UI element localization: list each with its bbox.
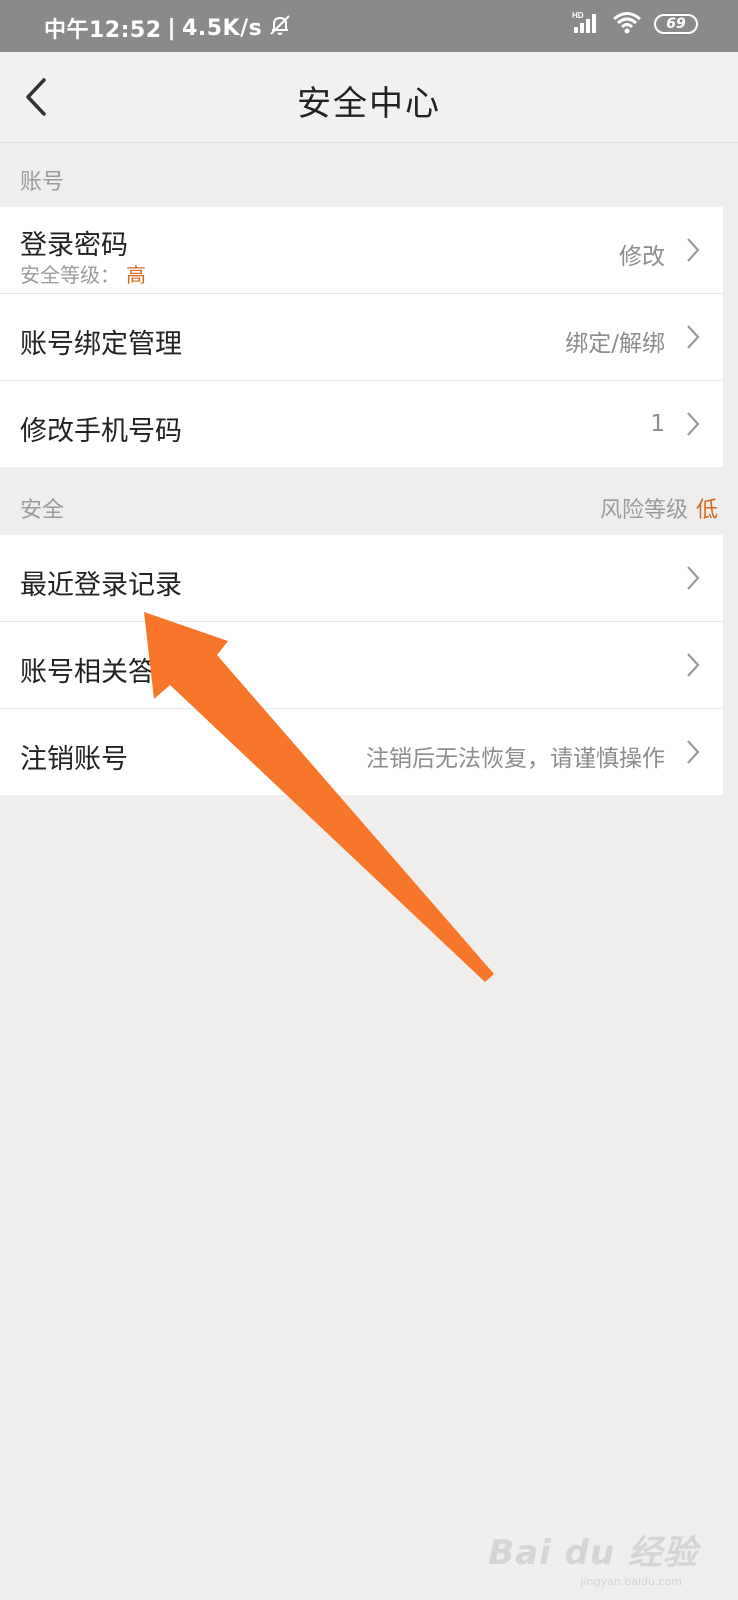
section-label-security: 安全 (20, 498, 65, 523)
chevron-right-icon (687, 412, 700, 436)
change-phone-title: 修改手机号码 (20, 416, 182, 447)
account-group: 登录密码 安全等级：高 修改 账号绑定管理 绑定/解绑 修改手机号码 1 (0, 207, 723, 467)
security-level: 安全等级：高 (20, 259, 146, 288)
risk-level-value: 低 (695, 498, 718, 523)
account-binding-action: 绑定/解绑 (565, 331, 665, 357)
login-password-action: 修改 (619, 244, 665, 270)
account-questions-row[interactable]: 账号相关答 (0, 622, 723, 709)
baidu-watermark-logo: Bai du 经验 (488, 1533, 698, 1573)
nav-bar: 安全中心 (0, 52, 738, 143)
signal-icon: HD (572, 10, 600, 38)
chevron-right-icon (687, 566, 700, 590)
phone-number-masked: 1 (650, 411, 665, 437)
cancel-account-warning: 注销后无法恢复，请谨慎操作 (366, 746, 665, 772)
section-header-security: 安全 风险等级低 (0, 470, 738, 534)
change-phone-row[interactable]: 修改手机号码 1 (0, 381, 723, 467)
cancel-account-row[interactable]: 注销账号 注销后无法恢复，请谨慎操作 (0, 709, 723, 795)
security-group: 最近登录记录 账号相关答 注销账号 注销后无法恢复，请谨慎操作 (0, 535, 723, 795)
page-title: 安全中心 (297, 84, 441, 124)
security-level-label: 安全等级： (20, 263, 120, 287)
account-questions-title: 账号相关答 (20, 657, 155, 688)
baidu-watermark-url: jingyan.baidu.com (580, 1575, 682, 1588)
status-right: HD 69 (572, 10, 698, 38)
section-label-account: 账号 (20, 170, 65, 195)
account-binding-row[interactable]: 账号绑定管理 绑定/解绑 (0, 294, 723, 381)
chevron-right-icon (687, 238, 700, 262)
chevron-right-icon (687, 325, 700, 349)
login-password-row[interactable]: 登录密码 安全等级：高 修改 (0, 207, 723, 294)
login-password-title: 登录密码 (20, 230, 128, 261)
hd-badge: HD (572, 11, 584, 20)
risk-level-label: 风险等级 (599, 498, 688, 523)
account-binding-title: 账号绑定管理 (20, 329, 182, 360)
cancel-account-title: 注销账号 (20, 744, 128, 775)
recent-login-row[interactable]: 最近登录记录 (0, 535, 723, 622)
recent-login-title: 最近登录记录 (20, 570, 182, 601)
status-time: 中午12:52 (44, 18, 162, 43)
battery-icon: 69 (654, 14, 698, 34)
chevron-right-icon (687, 653, 700, 677)
bell-muted-icon (268, 13, 292, 43)
security-level-value: 高 (126, 263, 146, 287)
status-separator: | (167, 15, 177, 41)
chevron-right-icon (687, 740, 700, 764)
status-bar: 中午12:52 | 4.5K/s HD 69 (0, 0, 738, 52)
risk-level: 风险等级低 (600, 492, 718, 524)
battery-level: 69 (666, 16, 686, 32)
status-left: 中午12:52 | 4.5K/s (44, 12, 292, 44)
network-speed: 4.5K/s (182, 15, 263, 41)
wifi-icon (612, 10, 642, 38)
section-header-account: 账号 (0, 142, 738, 206)
